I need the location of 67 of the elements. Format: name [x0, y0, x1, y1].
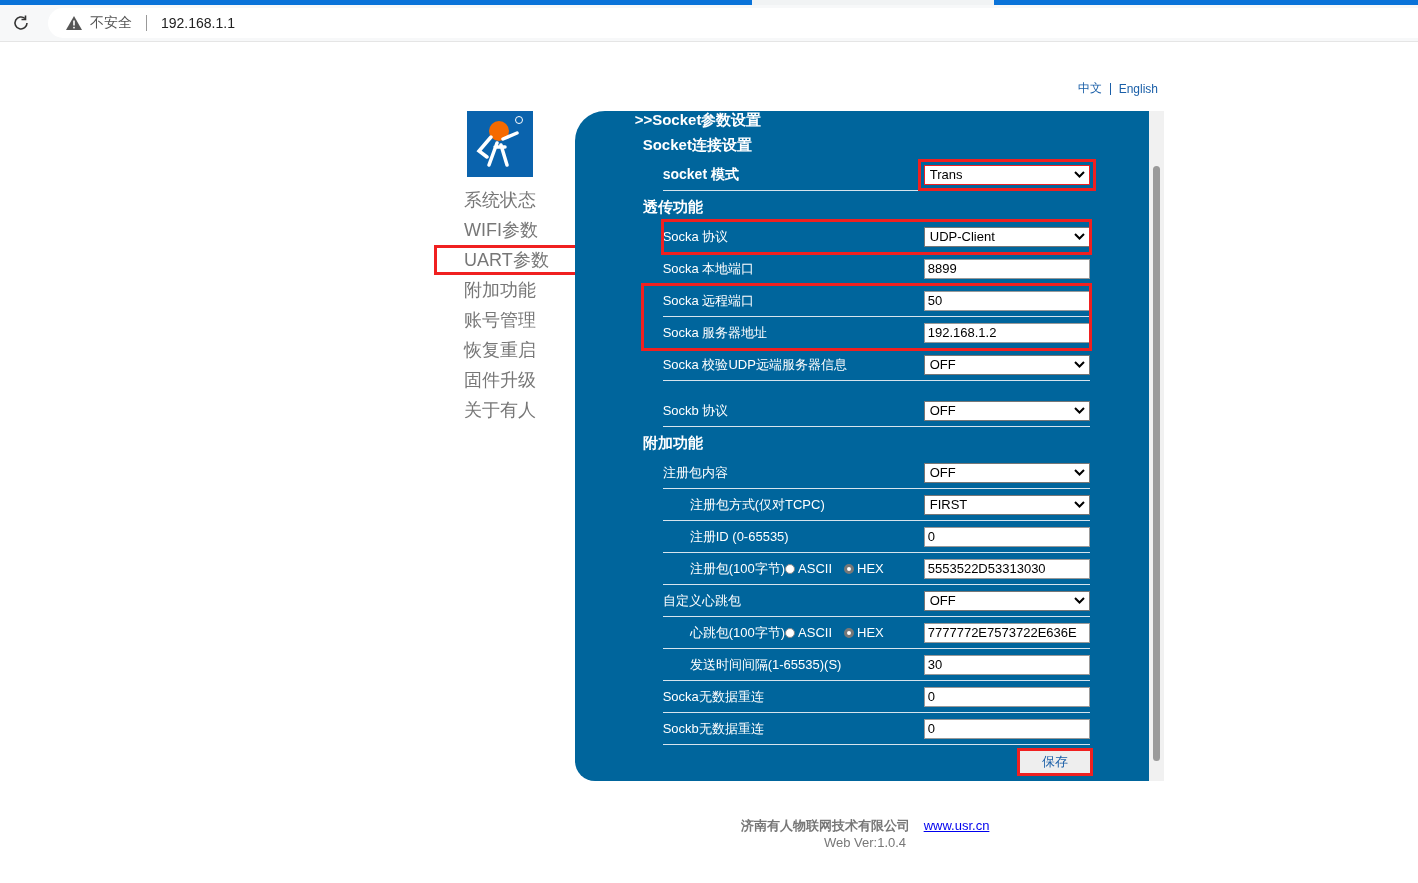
radio-option[interactable]: HEX	[844, 561, 884, 576]
field-label: socket 模式	[662, 165, 740, 184]
warning-icon	[66, 16, 82, 30]
caret-icon	[1073, 597, 1085, 604]
caret-icon	[1073, 171, 1085, 178]
field-label: Socka 校验UDP远端服务器信息	[662, 355, 848, 374]
text-field[interactable]: 7777772E7573722E636E	[923, 622, 1090, 643]
save-button[interactable]: 保存	[1019, 751, 1090, 773]
field-label: Socka 本地端口	[662, 259, 756, 278]
field-label: Socka 远程端口	[662, 291, 756, 310]
scrollbar[interactable]	[1148, 111, 1164, 781]
section-title: 附加功能	[642, 433, 704, 453]
panel-title: >>Socket参数设置	[634, 111, 763, 129]
nav-link[interactable]: UART参数	[434, 245, 579, 275]
caret-icon	[1073, 501, 1085, 508]
field-label: Socka无数据重连	[662, 687, 765, 706]
field-label: 发送时间间隔(1-65535)(S)	[689, 655, 843, 674]
text-field[interactable]: 8899	[923, 258, 1090, 279]
field-label: 注册包方式(仅对TCPC)	[689, 495, 826, 514]
dropdown[interactable]: FIRST	[923, 494, 1090, 515]
text-field[interactable]: 5553522D53313030	[923, 558, 1090, 579]
field-label: 自定义心跳包	[662, 591, 742, 610]
caret-icon	[1073, 469, 1085, 476]
field-label: 注册ID (0-65535)	[689, 527, 790, 546]
nav-link[interactable]: 固件升级	[434, 365, 566, 395]
company-name: 济南有人物联网技术有限公司	[740, 818, 910, 833]
field-label: Sockb 协议	[662, 401, 730, 420]
text-field[interactable]: 0	[923, 526, 1090, 547]
field-label: Sockb无数据重连	[662, 719, 765, 738]
dropdown[interactable]: UDP-Client	[923, 226, 1090, 247]
radio-option[interactable]: ASCII	[785, 625, 832, 640]
caret-icon	[1073, 407, 1085, 414]
dropdown[interactable]: OFF	[923, 590, 1090, 611]
text-field[interactable]: 30	[923, 654, 1090, 675]
dropdown[interactable]: OFF	[923, 400, 1090, 421]
dropdown[interactable]: OFF	[923, 462, 1090, 483]
field-label: Socka 服务器地址	[662, 323, 769, 342]
dropdown[interactable]: OFF	[923, 354, 1090, 375]
nav-link[interactable]: 系统状态	[434, 185, 566, 215]
caret-icon	[1073, 233, 1085, 240]
text-field[interactable]: 0	[923, 686, 1090, 707]
radio-option[interactable]: ASCII	[785, 561, 832, 576]
website-link[interactable]: www.usr.cn	[923, 818, 990, 833]
text-field[interactable]: 50	[923, 290, 1090, 311]
field-label: 注册包(100字节)	[689, 559, 786, 578]
url-text: 192.168.1.1	[161, 15, 235, 31]
section-title: Socket连接设置	[642, 135, 753, 155]
section-title: 透传功能	[642, 197, 704, 217]
address-field[interactable]: 不安全 192.168.1.1	[48, 8, 1418, 38]
nav-link[interactable]: 恢复重启	[434, 335, 566, 365]
logo-icon	[467, 111, 533, 177]
nav-link[interactable]: 账号管理	[434, 305, 566, 335]
radio-option[interactable]: HEX	[844, 625, 884, 640]
nav-link[interactable]: 关于有人	[434, 395, 566, 425]
nav-link[interactable]: 附加功能	[434, 275, 566, 305]
language-link[interactable]: 中文	[1077, 80, 1102, 97]
security-label: 不安全	[90, 14, 132, 32]
version-text: Web Ver:1.0.4	[823, 835, 907, 850]
caret-icon	[1073, 361, 1085, 368]
text-field[interactable]: 192.168.1.2	[923, 322, 1090, 343]
language-link[interactable]: English	[1118, 81, 1158, 96]
field-label: Socka 协议	[662, 227, 730, 246]
field-label: 心跳包(100字节)	[689, 623, 786, 642]
field-label: 注册包内容	[662, 463, 729, 482]
reload-icon[interactable]	[12, 14, 30, 32]
text-field[interactable]: 0	[923, 718, 1090, 739]
nav-link[interactable]: WIFI参数	[434, 215, 568, 245]
